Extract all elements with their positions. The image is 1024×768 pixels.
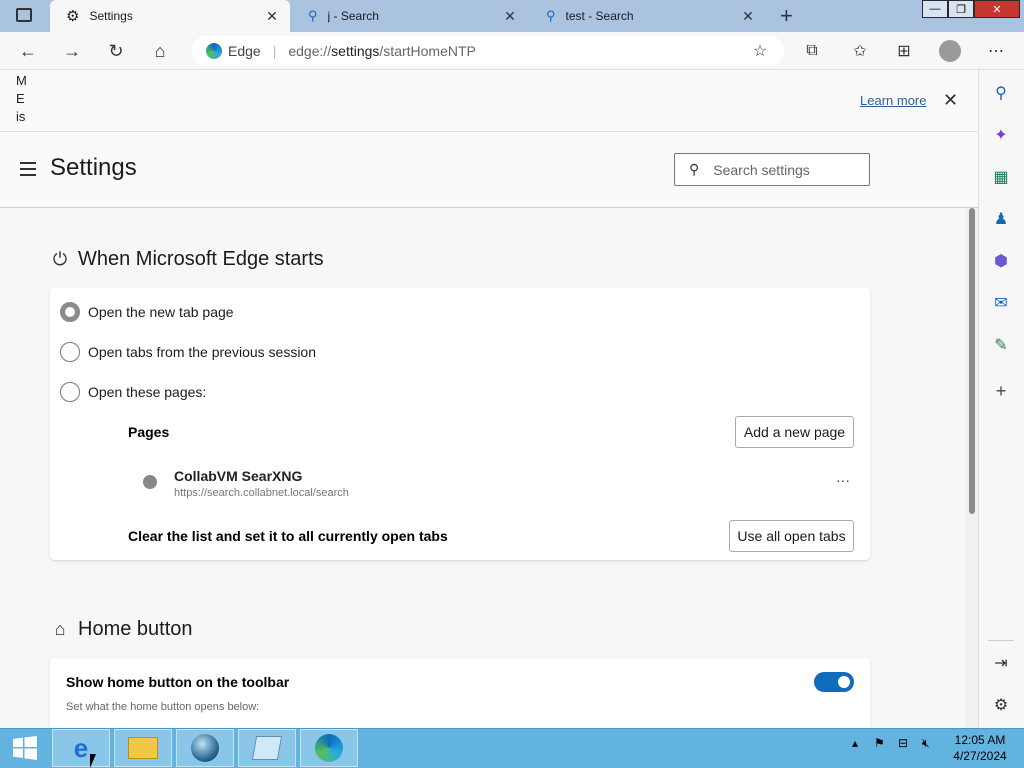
- shopping-icon[interactable]: ▦: [990, 166, 1012, 188]
- volume-muted-icon[interactable]: 🔇︎: [922, 736, 930, 751]
- close-tab-icon[interactable]: ✕: [502, 8, 518, 25]
- restore-button[interactable]: ❐: [948, 0, 974, 18]
- file-explorer-icon[interactable]: [114, 729, 172, 767]
- add-favorite-icon[interactable]: ☆: [744, 32, 776, 70]
- tab-actions-icon[interactable]: [16, 8, 32, 22]
- network-icon[interactable]: ⊟: [898, 736, 908, 750]
- radio-button[interactable]: [60, 302, 80, 322]
- tab-label: Settings: [89, 9, 133, 23]
- sidebar-divider: [988, 640, 1014, 641]
- search-input[interactable]: ⚲ Search settings: [674, 153, 870, 186]
- forward-button[interactable]: →: [56, 32, 88, 70]
- address-brand: Edge: [228, 43, 261, 59]
- option-previous-session[interactable]: Open tabs from the previous session: [60, 342, 316, 362]
- settings-content: ⏻ When Microsoft Edge starts Open the ne…: [0, 208, 966, 728]
- search-icon: ⚲: [308, 8, 318, 23]
- close-icon[interactable]: ✕: [943, 90, 958, 111]
- close-tab-icon[interactable]: ✕: [264, 8, 280, 25]
- copilot-icon[interactable]: ✦: [990, 124, 1012, 146]
- home-sub-label: Set what the home button opens below:: [66, 701, 260, 713]
- power-icon: ⏻: [52, 249, 68, 269]
- tab-j-search[interactable]: ⚲ j - Search ✕: [296, 0, 528, 32]
- address-url: edge://settings/startHomeNTP: [288, 43, 476, 59]
- browser-globe-icon[interactable]: [176, 729, 234, 767]
- clock-time: 12:05 AM: [954, 733, 1006, 747]
- show-home-toggle[interactable]: [814, 672, 854, 692]
- section-home-title: ⌂ Home button: [50, 618, 193, 641]
- search-icon[interactable]: ⚲: [990, 82, 1012, 104]
- hide-sidebar-icon[interactable]: ⇥: [990, 652, 1012, 674]
- show-home-label: Show home button on the toolbar: [66, 674, 290, 690]
- search-icon: ⚲: [546, 8, 556, 23]
- add-page-button[interactable]: Add a new page: [735, 416, 854, 448]
- option-new-tab[interactable]: Open the new tab page: [60, 302, 234, 322]
- scrollbar-thumb[interactable]: [969, 208, 975, 514]
- outlook-icon[interactable]: ✉: [990, 292, 1012, 314]
- games-icon[interactable]: ♟: [990, 208, 1012, 230]
- back-button[interactable]: ←: [12, 32, 44, 70]
- tab-label: j - Search: [327, 9, 379, 23]
- menu-icon[interactable]: [20, 162, 36, 180]
- home-button[interactable]: ⌂: [144, 32, 176, 70]
- pages-label: Pages: [128, 424, 170, 440]
- home-icon: ⌂: [54, 619, 66, 639]
- address-separator: |: [272, 43, 277, 59]
- section-startup-title: ⏻ When Microsoft Edge starts: [50, 248, 324, 271]
- add-icon[interactable]: +: [990, 380, 1012, 402]
- tab-test-search[interactable]: ⚲ test - Search ✕: [534, 0, 766, 32]
- close-tab-icon[interactable]: ✕: [740, 8, 756, 25]
- more-menu-icon[interactable]: ⋯: [980, 32, 1012, 70]
- gear-icon: ⚙: [66, 8, 80, 25]
- notepad-icon[interactable]: [238, 729, 296, 767]
- toolbar: ← → ↻ ⌂ Edge | edge://settings/startHome…: [0, 32, 1024, 70]
- extensions-icon[interactable]: ⧉: [796, 32, 828, 70]
- use-open-tabs-button[interactable]: Use all open tabs: [729, 520, 854, 552]
- refresh-button[interactable]: ↻: [100, 32, 132, 70]
- address-bar[interactable]: Edge | edge://settings/startHomeNTP: [192, 36, 784, 66]
- mouse-cursor: [90, 754, 96, 768]
- radio-button[interactable]: [60, 342, 80, 362]
- page-title: Settings: [50, 154, 137, 181]
- action-center-flag-icon[interactable]: ⚑: [874, 736, 885, 750]
- page-entry-more-icon[interactable]: ···: [836, 472, 850, 488]
- sidebar-settings-icon[interactable]: ⚙: [990, 694, 1012, 716]
- designer-icon[interactable]: ✎: [990, 334, 1012, 356]
- favorites-icon[interactable]: ✩: [844, 32, 876, 70]
- tab-settings[interactable]: ⚙ Settings ✕: [50, 0, 290, 32]
- site-icon: [143, 475, 157, 489]
- profile-avatar[interactable]: [939, 40, 961, 62]
- startup-card: Open the new tab page Open tabs from the…: [50, 288, 870, 560]
- edge-taskbar-icon[interactable]: [300, 729, 358, 767]
- microsoft365-icon[interactable]: ⬢: [990, 250, 1012, 272]
- clear-list-label: Clear the list and set it to all current…: [128, 528, 448, 544]
- collections-icon[interactable]: ⊞: [888, 32, 920, 70]
- close-window-button[interactable]: ✕: [974, 0, 1020, 18]
- radio-button[interactable]: [60, 382, 80, 402]
- start-button[interactable]: [0, 729, 50, 767]
- clock-date: 4/27/2024: [953, 749, 1007, 763]
- tab-label: test - Search: [565, 9, 634, 23]
- search-placeholder: Search settings: [713, 161, 810, 178]
- option-these-pages[interactable]: Open these pages:: [60, 382, 206, 402]
- show-hidden-icons-icon[interactable]: ▴: [852, 736, 858, 750]
- page-entry-url: https://search.collabnet.local/search: [174, 487, 349, 499]
- minimize-button[interactable]: —: [922, 0, 948, 18]
- taskbar-clock[interactable]: 12:05 AM 4/27/2024: [948, 732, 1012, 764]
- new-tab-button[interactable]: +: [780, 3, 793, 29]
- info-bar: [0, 70, 978, 132]
- edge-logo-icon: [206, 43, 222, 59]
- learn-more-link[interactable]: Learn more: [860, 93, 926, 108]
- search-icon: ⚲: [689, 161, 700, 177]
- page-entry-name: CollabVM SearXNG: [174, 468, 303, 484]
- home-button-card: Show home button on the toolbar Set what…: [50, 658, 870, 728]
- internet-explorer-icon[interactable]: e: [52, 729, 110, 767]
